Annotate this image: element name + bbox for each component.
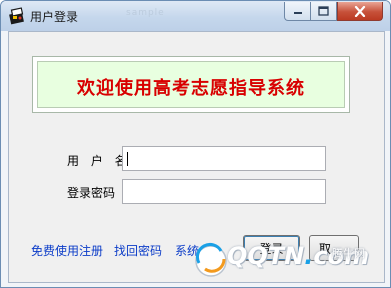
welcome-banner-panel: 欢迎使用高考志愿指导系统	[37, 61, 345, 108]
minimize-button[interactable]	[284, 2, 311, 21]
close-icon	[354, 5, 366, 17]
maximize-icon	[318, 6, 329, 16]
login-window: 用户登录 sample 欢迎使用高考志愿指导系统 用 户 名 登录密码 免费使用…	[0, 0, 391, 288]
recover-password-link[interactable]: 找回密码	[114, 242, 162, 259]
window-title: 用户登录	[30, 10, 79, 24]
app-icon	[9, 7, 24, 25]
password-field-box[interactable]	[122, 179, 326, 204]
username-field-box[interactable]	[122, 146, 326, 171]
title-bar[interactable]: 用户登录 sample	[1, 1, 390, 31]
register-link[interactable]: 免费使用注册	[31, 242, 103, 259]
welcome-text: 欢迎使用高考志愿指导系统	[77, 78, 305, 99]
close-button[interactable]	[337, 2, 383, 21]
watermark-brand-left: QQTN	[227, 242, 305, 270]
welcome-banner: 欢迎使用高考志愿指导系统	[32, 56, 350, 113]
watermark-site-name: 腾牛网	[332, 247, 365, 260]
blurred-title-text: sample	[126, 8, 165, 18]
password-label: 登录密码	[67, 186, 116, 200]
minimize-icon	[293, 12, 302, 14]
username-field[interactable]	[123, 147, 325, 170]
maximize-button[interactable]	[311, 2, 337, 21]
text-caret	[127, 152, 128, 166]
password-field[interactable]	[123, 180, 325, 203]
